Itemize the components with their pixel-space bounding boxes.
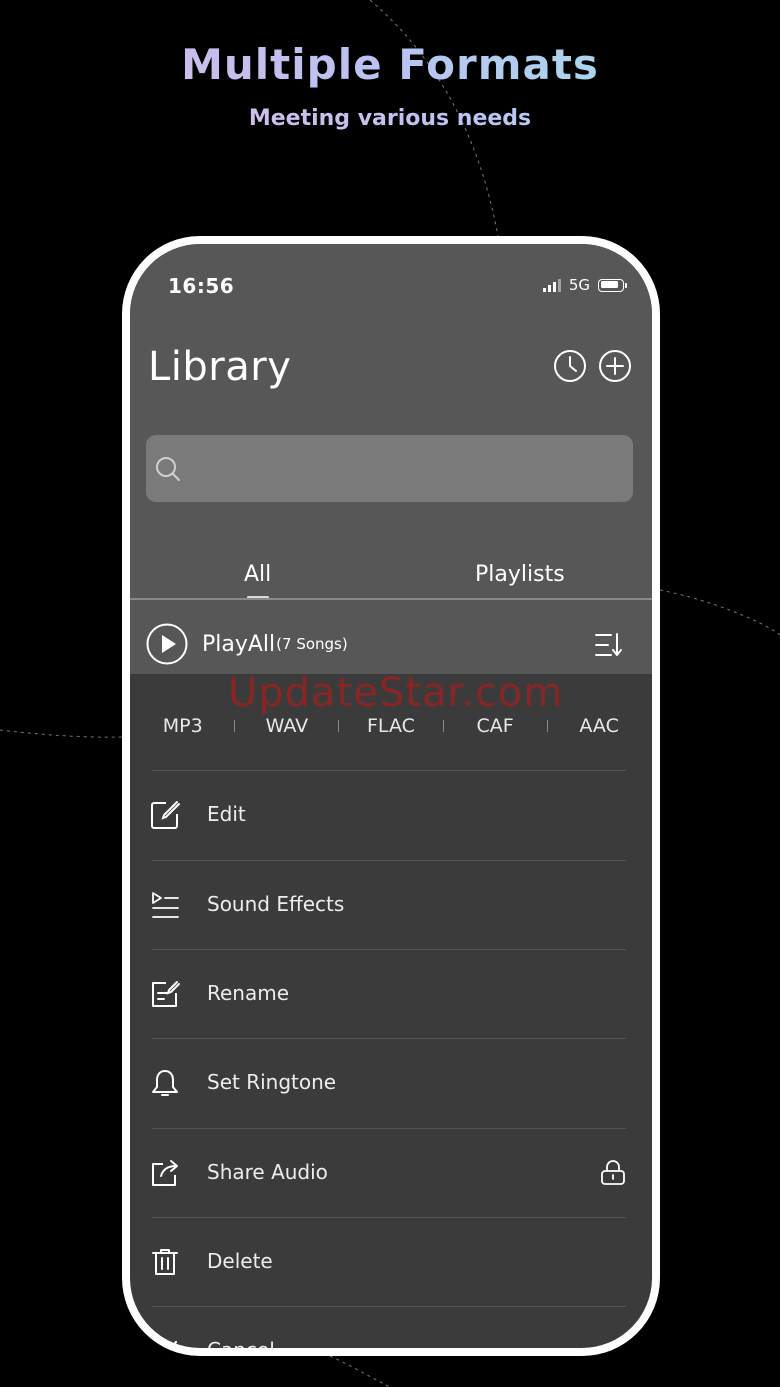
clock-icon[interactable] xyxy=(553,349,587,383)
status-time: 16:56 xyxy=(168,274,235,298)
menu-label: Sound Effects xyxy=(207,892,345,916)
menu-label: Cancel xyxy=(207,1338,275,1348)
format-separator xyxy=(338,720,340,732)
page-title: Library xyxy=(148,344,292,390)
sound-effects-icon xyxy=(152,892,179,918)
menu-item-share-audio[interactable]: Share Audio xyxy=(130,1129,652,1217)
lock-icon xyxy=(601,1160,625,1185)
battery-icon xyxy=(598,278,627,292)
battery-level xyxy=(600,281,618,288)
format-aac: AAC xyxy=(579,715,619,737)
check-icon xyxy=(169,1340,178,1348)
signal-icon xyxy=(542,278,561,292)
play-all-button[interactable]: PlayAll (7 Songs) xyxy=(146,623,348,665)
menu-item-edit[interactable]: Edit xyxy=(130,771,652,859)
menu-label: Rename xyxy=(207,981,290,1005)
format-wav: WAV xyxy=(265,715,309,737)
edit-icon xyxy=(151,801,180,829)
headline: Multiple Formats xyxy=(0,40,780,89)
play-icon xyxy=(146,623,188,665)
play-all-label: PlayAll xyxy=(202,631,276,657)
tab-divider xyxy=(130,598,652,600)
menu-label: Share Audio xyxy=(207,1160,328,1184)
menu-item-delete[interactable]: Delete xyxy=(130,1218,652,1306)
subheadline: Meeting various needs xyxy=(0,106,780,131)
menu-label: Edit xyxy=(207,802,246,826)
format-separator xyxy=(234,720,236,732)
search-bar[interactable] xyxy=(146,435,633,504)
phone-frame: 16:56 5G Library All Playlists PlayAll (… xyxy=(122,236,660,1356)
format-caf: CAF xyxy=(476,715,514,737)
tab-all[interactable]: All xyxy=(244,562,271,587)
watermark: UpdateStar.com xyxy=(228,670,564,716)
network-label: 5G xyxy=(568,276,590,294)
format-flac: FLAC xyxy=(367,715,415,737)
menu-label: Set Ringtone xyxy=(207,1070,337,1094)
menu-item-set-ringtone[interactable]: Set Ringtone xyxy=(130,1039,652,1127)
format-separator xyxy=(546,720,548,732)
menu-item-sound-effects[interactable]: Sound Effects xyxy=(130,861,652,949)
sort-icon[interactable] xyxy=(594,632,622,658)
phone-screen: 16:56 5G Library All Playlists PlayAll (… xyxy=(130,244,652,1348)
plus-circle-icon[interactable] xyxy=(598,349,632,383)
search-icon xyxy=(156,457,180,481)
bell-icon xyxy=(152,1070,178,1096)
menu-item-cancel[interactable]: Cancel xyxy=(130,1307,652,1348)
format-separator xyxy=(442,720,444,732)
menu-label: Delete xyxy=(207,1249,273,1273)
trash-icon xyxy=(152,1249,178,1275)
menu-item-rename[interactable]: Rename xyxy=(130,950,652,1038)
tab-playlists[interactable]: Playlists xyxy=(475,562,565,587)
status-indicators: 5G xyxy=(542,276,627,294)
format-mp3: MP3 xyxy=(162,715,203,737)
rename-icon xyxy=(152,981,180,1007)
search-input[interactable] xyxy=(196,435,620,504)
share-icon xyxy=(152,1160,178,1186)
song-count: (7 Songs) xyxy=(276,635,348,653)
